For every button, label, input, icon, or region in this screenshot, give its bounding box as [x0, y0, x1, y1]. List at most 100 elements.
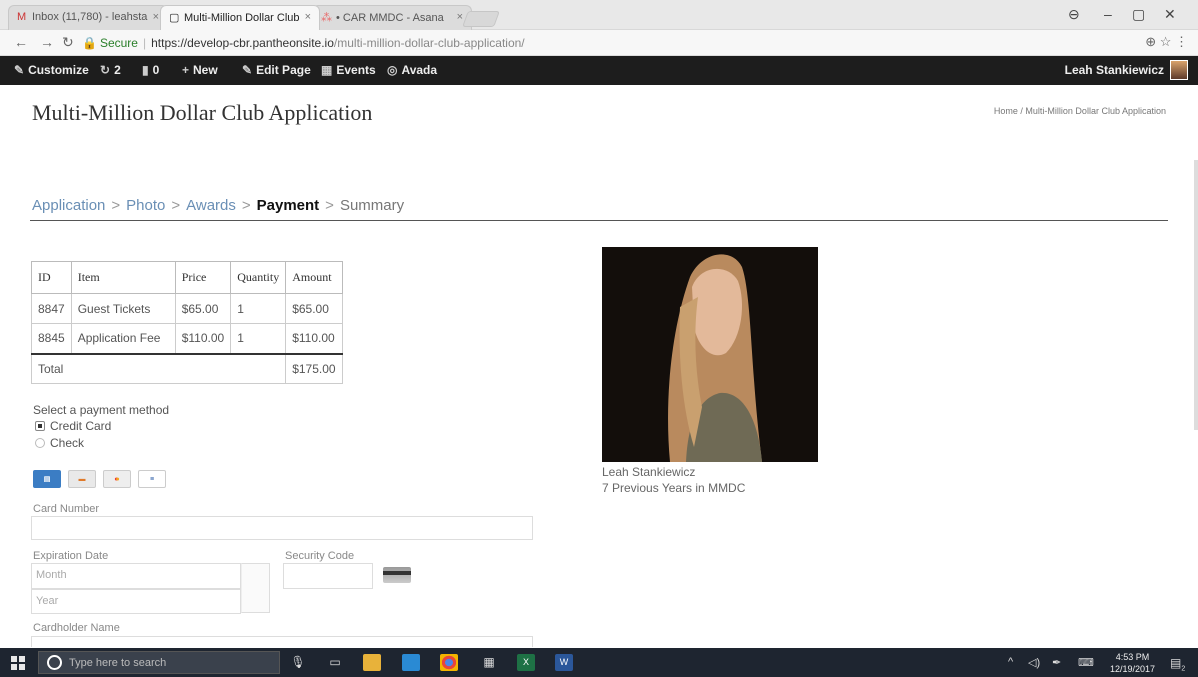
admin-comments[interactable]: ▮ 0: [142, 63, 159, 77]
admin-user-menu[interactable]: Leah Stankiewicz: [1065, 60, 1188, 80]
close-window-icon[interactable]: ✕: [1164, 6, 1176, 23]
task-view-icon[interactable]: ▭: [326, 654, 344, 671]
step-awards[interactable]: Awards: [186, 197, 236, 214]
breadcrumb[interactable]: Home / Multi-Million Dollar Club Applica…: [994, 106, 1166, 116]
close-icon[interactable]: ×: [153, 11, 159, 23]
column-header: ID: [31, 261, 72, 294]
close-icon[interactable]: ×: [457, 11, 463, 23]
url-host: https://develop-cbr.pantheonsite.io: [151, 36, 334, 50]
total-label: Total: [30, 352, 287, 384]
admin-updates[interactable]: ↻ 2: [100, 63, 121, 77]
year-select[interactable]: Year: [31, 589, 241, 614]
file-explorer-icon[interactable]: [363, 654, 381, 671]
menu-icon[interactable]: ⋮: [1175, 34, 1188, 49]
zoom-icon[interactable]: ⊕: [1145, 34, 1156, 49]
member-name: Leah Stankiewicz: [602, 465, 696, 479]
reload-icon[interactable]: ↻: [62, 34, 74, 51]
month-select[interactable]: Month: [31, 563, 241, 589]
column-header: Item: [70, 261, 176, 294]
step-indicator: Application > Photo > Awards > Payment > Summary: [32, 197, 404, 214]
cardholder-input[interactable]: [31, 636, 533, 647]
updates-icon: ↻: [100, 63, 111, 77]
admin-edit-page[interactable]: ✎ Edit Page: [242, 63, 311, 77]
tab-mmdc[interactable]: ▢ Multi-Million Dollar Club ×: [160, 5, 320, 30]
address-bar-row: ← → ↻ 🔒 Secure | https://develop-cbr.panthe…: [0, 30, 1198, 56]
avatar: [1170, 60, 1188, 80]
admin-new[interactable]: + New: [182, 63, 218, 77]
url-path: /multi-million-dollar-club-application/: [333, 36, 525, 50]
step-separator: >: [241, 197, 251, 214]
forward-icon[interactable]: →: [40, 34, 54, 50]
visa-icon: ≡: [138, 470, 166, 488]
step-separator: >: [111, 197, 121, 214]
word-icon[interactable]: W: [555, 654, 573, 671]
radio-button[interactable]: [35, 438, 45, 448]
radio-credit-card[interactable]: Credit Card: [35, 419, 111, 433]
page-title: Multi-Million Dollar Club Application: [32, 100, 373, 125]
admin-events[interactable]: ▦ Events: [321, 63, 376, 77]
admin-customize[interactable]: ✎ Customize: [14, 63, 89, 77]
windows-start-icon[interactable]: [11, 656, 25, 670]
avada-icon: ◎: [387, 63, 398, 77]
amex-icon: ▤: [33, 470, 61, 488]
edit-page-label: Edit Page: [256, 63, 311, 77]
url-field[interactable]: 🔒 Secure | https://develop-cbr.pantheonsite…: [82, 34, 1122, 52]
wp-admin-bar: ✎ Customize ↻ 2 ▮ 0 + New ✎ Edit Page ▦ Events…: [0, 56, 1198, 85]
step-payment: Payment: [256, 197, 320, 214]
tab-asana[interactable]: ⁂ • CAR MMDC - Asana ×: [312, 5, 472, 30]
card-number-input[interactable]: [31, 516, 533, 540]
bookmark-star-icon[interactable]: ☆: [1160, 34, 1172, 49]
tray-chevron-icon[interactable]: ^: [1008, 656, 1013, 668]
notification-count: 2: [1181, 665, 1186, 673]
step-separator: >: [171, 197, 181, 214]
column-header: Quantity: [230, 261, 287, 294]
excel-icon[interactable]: X: [517, 654, 535, 671]
keyboard-icon[interactable]: ⌨: [1078, 656, 1094, 669]
close-icon[interactable]: ×: [305, 11, 311, 23]
radio-label: Credit Card: [50, 419, 112, 433]
volume-icon[interactable]: ◁): [1028, 656, 1040, 669]
radio-button[interactable]: [35, 421, 45, 431]
microphone-icon[interactable]: 🎙: [289, 654, 307, 671]
table-row: 8845 Application Fee $110.00 1 $110.00: [31, 323, 343, 354]
radio-label: Check: [50, 436, 85, 450]
scrollbar[interactable]: [1194, 160, 1198, 430]
clock-date: 12/19/2017: [1110, 664, 1156, 674]
total-row: Total $175.00: [30, 352, 343, 384]
admin-avada[interactable]: ◎ Avada: [387, 63, 437, 77]
pen-icon[interactable]: ✒: [1052, 656, 1061, 669]
back-icon[interactable]: ←: [14, 34, 28, 50]
select-arrow[interactable]: [241, 563, 270, 613]
updates-count: 2: [114, 63, 121, 77]
taskbar-search[interactable]: Type here to search: [38, 651, 280, 674]
table-row: 8847 Guest Tickets $65.00 1 $65.00: [31, 293, 343, 324]
maximize-icon[interactable]: ▢: [1132, 6, 1145, 23]
gmail-icon: M: [17, 11, 27, 23]
total-amount: $175.00: [285, 352, 343, 384]
asana-icon: ⁂: [321, 12, 332, 24]
system-clock[interactable]: 4:53 PM 12/19/2017: [1110, 651, 1155, 675]
minimize-icon[interactable]: –: [1104, 6, 1112, 22]
new-tab-button[interactable]: [462, 11, 500, 27]
step-photo[interactable]: Photo: [126, 197, 165, 214]
calculator-icon[interactable]: ▦: [480, 654, 498, 671]
action-center-icon[interactable]: ▤2: [1170, 656, 1185, 672]
step-application[interactable]: Application: [32, 197, 105, 214]
store-icon[interactable]: [402, 654, 420, 671]
column-header: Amount: [285, 261, 343, 294]
profile-icon[interactable]: ⊖: [1068, 6, 1080, 23]
secure-label: Secure: [99, 36, 138, 50]
cell-price: $65.00: [174, 293, 232, 324]
tab-gmail[interactable]: M Inbox (11,780) - leahsta ×: [8, 5, 168, 30]
browser-tab-strip: M Inbox (11,780) - leahsta × ▢ Multi-Millio…: [0, 0, 1198, 30]
avada-label: Avada: [401, 63, 438, 77]
chrome-icon[interactable]: [440, 654, 458, 671]
radio-check[interactable]: Check: [35, 436, 84, 450]
expiration-label: Expiration Date: [33, 550, 109, 562]
cvv-card-icon: [383, 567, 411, 583]
cell-item: Guest Tickets: [70, 293, 176, 324]
new-label: New: [193, 63, 218, 77]
separator: |: [142, 36, 147, 50]
security-code-input[interactable]: [283, 563, 373, 589]
page-icon: ▢: [169, 12, 180, 24]
